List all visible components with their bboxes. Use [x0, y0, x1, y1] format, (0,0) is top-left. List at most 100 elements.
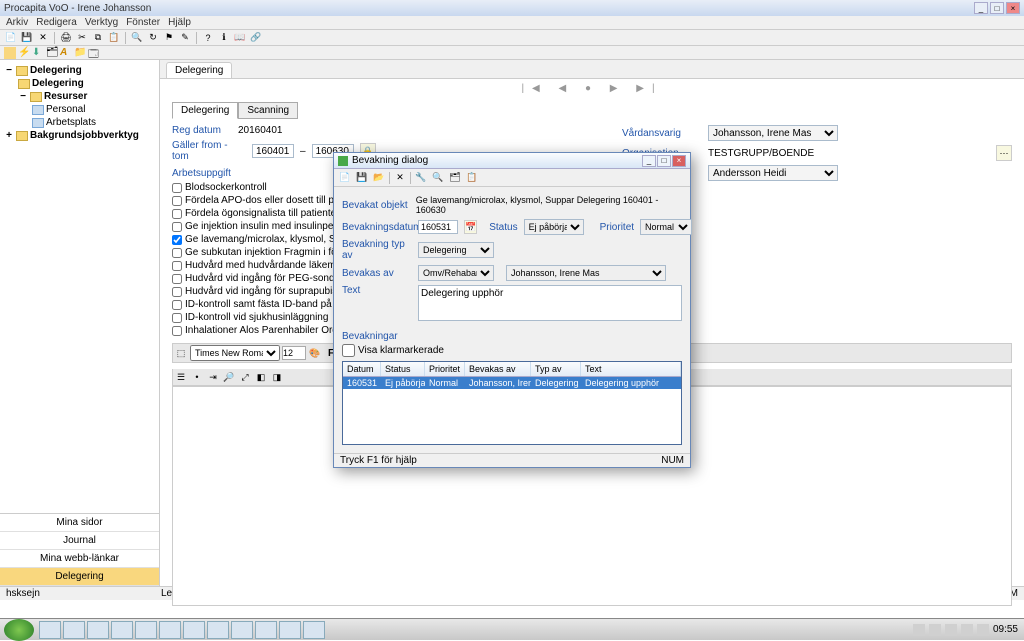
rte-font-select[interactable]: Times New Roman: [190, 345, 280, 361]
task-item[interactable]: [183, 621, 205, 639]
select-bevtyp[interactable]: Delegering: [418, 242, 494, 258]
subtab-scanning[interactable]: Scanning: [238, 102, 298, 119]
task-item[interactable]: [255, 621, 277, 639]
task-item[interactable]: [111, 621, 133, 639]
tool-b-icon[interactable]: ⚡: [18, 47, 30, 59]
tray-icon[interactable]: [961, 624, 973, 636]
task-item[interactable]: [207, 621, 229, 639]
rte-tool-icon[interactable]: ◧: [254, 370, 268, 384]
task-item[interactable]: [303, 621, 325, 639]
maximize-button[interactable]: □: [990, 2, 1004, 14]
rte-indent-icon[interactable]: ⇥: [206, 370, 220, 384]
refresh-icon[interactable]: ↻: [146, 31, 160, 45]
clock[interactable]: 09:55: [993, 624, 1018, 635]
task-item[interactable]: [135, 621, 157, 639]
dialog-tool-b-icon[interactable]: 🗂: [448, 171, 462, 185]
task-item[interactable]: [159, 621, 181, 639]
delete-icon[interactable]: ✕: [36, 31, 50, 45]
check-visa-klar[interactable]: Visa klarmarkerade: [342, 344, 682, 357]
save-icon[interactable]: 💾: [20, 31, 34, 45]
task-item[interactable]: [279, 621, 301, 639]
subtab-delegering[interactable]: Delegering: [172, 102, 238, 119]
dialog-tool-a-icon[interactable]: 🔧: [414, 171, 428, 185]
dialog-maximize-button[interactable]: □: [657, 155, 671, 167]
ql-delegering[interactable]: Delegering: [0, 568, 159, 586]
rte-find-icon[interactable]: 🔎: [222, 370, 236, 384]
ql-journal[interactable]: Journal: [0, 532, 159, 550]
tree-root[interactable]: −Delegering: [4, 64, 155, 77]
tree-item[interactable]: Arbetsplats: [4, 116, 155, 129]
minimize-button[interactable]: _: [974, 2, 988, 14]
menu-hjalp[interactable]: Hjälp: [168, 17, 191, 28]
dialog-delete-icon[interactable]: ✕: [393, 171, 407, 185]
tray-icon[interactable]: [945, 624, 957, 636]
select-prioritet[interactable]: Normal: [640, 219, 692, 235]
link-icon[interactable]: 🔗: [249, 31, 263, 45]
dialog-titlebar[interactable]: Bevakning dialog _ □ ×: [334, 153, 690, 169]
th-text[interactable]: Text: [581, 362, 681, 376]
tree-item[interactable]: −Resurser: [4, 90, 155, 103]
dialog-save-icon[interactable]: 💾: [355, 171, 369, 185]
select-status[interactable]: Ej påbörjad: [524, 219, 584, 235]
task-item[interactable]: [87, 621, 109, 639]
input-galler-from[interactable]: [252, 144, 294, 158]
dialog-open-icon[interactable]: 📂: [372, 171, 386, 185]
input-bevdatum[interactable]: [418, 220, 458, 234]
menu-verktyg[interactable]: Verktyg: [85, 17, 118, 28]
tree-item[interactable]: +Bakgrundsjobbverktyg: [4, 129, 155, 142]
tool-e-icon[interactable]: A: [60, 47, 72, 59]
tree-item[interactable]: Personal: [4, 103, 155, 116]
th-datum[interactable]: Datum: [343, 362, 381, 376]
menu-arkiv[interactable]: Arkiv: [6, 17, 28, 28]
help-icon[interactable]: ?: [201, 31, 215, 45]
th-status[interactable]: Status: [381, 362, 425, 376]
copy-icon[interactable]: ⧉: [91, 31, 105, 45]
ql-mina-sidor[interactable]: Mina sidor: [0, 514, 159, 532]
paste-icon[interactable]: 📋: [107, 31, 121, 45]
menu-redigera[interactable]: Redigera: [36, 17, 77, 28]
th-prioritet[interactable]: Prioritet: [425, 362, 465, 376]
rte-color-icon[interactable]: 🎨: [308, 346, 322, 360]
start-button[interactable]: [4, 619, 34, 641]
textarea-text[interactable]: Delegering upphör: [418, 285, 682, 321]
task-item[interactable]: [63, 621, 85, 639]
rte-expand-icon[interactable]: ⬚: [174, 346, 188, 360]
rte-list-icon[interactable]: ☰: [174, 370, 188, 384]
th-typ[interactable]: Typ av: [531, 362, 581, 376]
select-utfors[interactable]: Andersson Heidi: [708, 165, 838, 181]
rte-bullet-icon[interactable]: •: [190, 370, 204, 384]
rte-tool2-icon[interactable]: ◨: [270, 370, 284, 384]
close-button[interactable]: ×: [1006, 2, 1020, 14]
edit-icon[interactable]: ✎: [178, 31, 192, 45]
dialog-close-button[interactable]: ×: [672, 155, 686, 167]
rte-size-input[interactable]: [282, 346, 306, 360]
flag-icon[interactable]: ⚑: [162, 31, 176, 45]
menu-fonster[interactable]: Fönster: [126, 17, 160, 28]
table-row[interactable]: 160531 Ej påbörjad Normal Johansson, Ire…: [343, 377, 681, 389]
tray-icon[interactable]: [929, 624, 941, 636]
select-person[interactable]: Johansson, Irene Mas: [506, 265, 666, 281]
tool-c-icon[interactable]: ⬇: [32, 47, 44, 59]
tool-g-icon[interactable]: 🗔: [88, 47, 100, 59]
th-bevakasav[interactable]: Bevakas av: [465, 362, 531, 376]
pager[interactable]: |◀ ◀ ● ▶ ▶|: [160, 79, 1024, 98]
tool-f-icon[interactable]: 📁: [74, 47, 86, 59]
print-icon[interactable]: 🖨: [59, 31, 73, 45]
rte-zoom-icon[interactable]: ⤢: [238, 370, 252, 384]
task-item[interactable]: [231, 621, 253, 639]
tree-item[interactable]: Delegering: [4, 77, 155, 90]
select-vardansvarig[interactable]: Johansson, Irene Mas: [708, 125, 838, 141]
new-icon[interactable]: 📄: [4, 31, 18, 45]
tool-d-icon[interactable]: 🗂: [46, 47, 58, 59]
cut-icon[interactable]: ✂: [75, 31, 89, 45]
ql-webb[interactable]: Mina webb-länkar: [0, 550, 159, 568]
task-item[interactable]: [39, 621, 61, 639]
org-picker-icon[interactable]: ⋯: [996, 145, 1012, 161]
book-icon[interactable]: 📖: [233, 31, 247, 45]
tray-icon[interactable]: [977, 624, 989, 636]
info-icon[interactable]: ℹ: [217, 31, 231, 45]
tool-a-icon[interactable]: [4, 47, 16, 59]
dialog-new-icon[interactable]: 📄: [338, 171, 352, 185]
calendar-icon[interactable]: 📅: [464, 220, 477, 234]
main-tab[interactable]: Delegering: [166, 62, 232, 78]
